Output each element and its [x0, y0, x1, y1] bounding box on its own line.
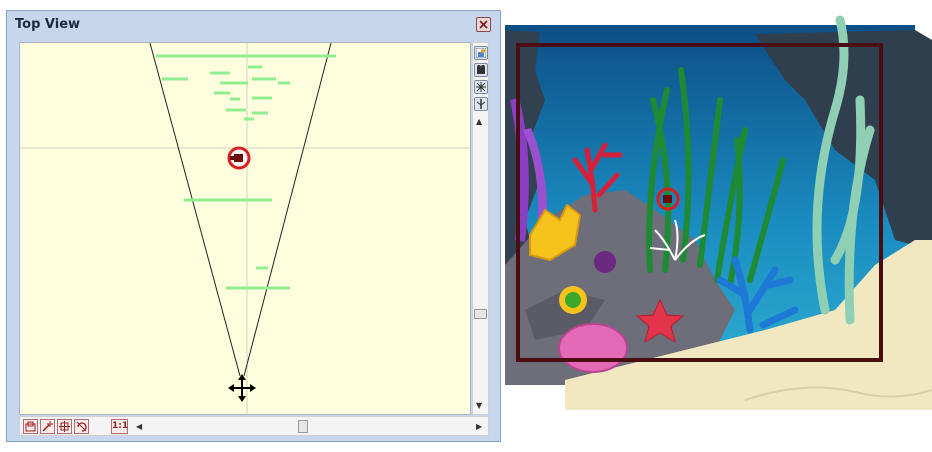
panel-title: Top View — [15, 17, 81, 32]
camera-cone-right — [243, 43, 332, 377]
magic-wand-icon — [42, 421, 53, 432]
pegbar-icon — [476, 99, 486, 109]
scroll-down-arrow[interactable]: ▼ — [476, 401, 482, 410]
bottom-toolbar-scrollbar[interactable]: 1:1 ◀ ▶ — [19, 416, 489, 436]
vertical-toolbar-scrollbar[interactable]: ▲ ▼ — [472, 42, 489, 415]
horizontal-scroll-thumb[interactable] — [298, 420, 308, 433]
top-view-scene — [20, 43, 470, 414]
move-cursor-icon[interactable] — [228, 374, 256, 402]
scroll-left-arrow[interactable]: ◀ — [136, 422, 142, 431]
camera-view-canvas[interactable] — [505, 10, 932, 410]
top-view-canvas[interactable] — [19, 42, 471, 415]
underwater-scene-illustration — [505, 15, 932, 410]
layer-lines — [156, 54, 336, 290]
camera-view-button[interactable] — [474, 63, 488, 77]
pink-brain-coral — [558, 323, 628, 373]
camera-marker-icon[interactable] — [227, 146, 251, 170]
zoom-actual-size-button[interactable]: 1:1 — [111, 419, 128, 434]
wand-tool-button[interactable] — [40, 419, 55, 434]
top-view-panel: Top View ▲ ▼ 1:1 ◀ ▶ — [6, 10, 501, 442]
pan-view-icon — [59, 421, 70, 432]
scroll-right-arrow[interactable]: ▶ — [476, 422, 482, 431]
fit-icon — [25, 421, 36, 432]
close-icon — [479, 20, 488, 29]
pan-icon — [476, 82, 486, 92]
render-toggle-button[interactable] — [474, 46, 488, 60]
scroll-up-arrow[interactable]: ▲ — [476, 117, 482, 126]
pan-tool-button[interactable] — [474, 80, 488, 94]
fit-to-window-button[interactable] — [23, 419, 38, 434]
pan-view-button[interactable] — [57, 419, 72, 434]
purple-anemone — [594, 251, 616, 273]
camera-icon — [477, 65, 485, 74]
render-icon — [476, 48, 486, 58]
reset-rotation-button[interactable] — [74, 419, 89, 434]
vertical-scroll-thumb[interactable] — [474, 309, 487, 319]
reset-rotate-icon — [76, 421, 87, 432]
pegbar-tool-button[interactable] — [474, 97, 488, 111]
close-button[interactable] — [476, 17, 491, 32]
